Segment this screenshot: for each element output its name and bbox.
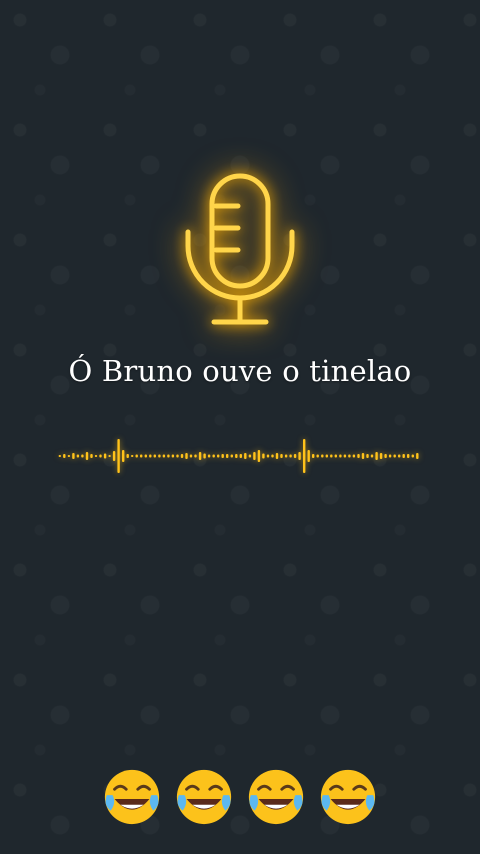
waveform-bar	[103, 453, 107, 459]
waveform-bar	[63, 454, 66, 458]
waveform-bar	[357, 454, 360, 458]
waveform-bar	[112, 451, 116, 461]
waveform-bar	[284, 454, 288, 458]
waveform-bar	[176, 454, 179, 458]
waveform-bar	[266, 454, 270, 458]
waveform-bar	[293, 454, 297, 458]
waveform-bar	[122, 450, 125, 462]
waveform-bar	[149, 454, 152, 458]
waveform-bar	[221, 454, 224, 458]
waveform-bar	[58, 455, 61, 457]
waveform-bar	[275, 453, 279, 459]
waveform-bar	[158, 454, 161, 458]
waveform-bar	[334, 454, 337, 458]
waveform-bar	[217, 454, 220, 458]
waveform-bar	[76, 454, 80, 458]
waveform-bar	[144, 454, 147, 458]
waveform-bar	[226, 454, 229, 458]
face-with-tears-of-joy-icon	[176, 769, 232, 825]
waveform-bar	[108, 455, 111, 457]
waveform-bar	[316, 454, 319, 458]
microphone-icon	[185, 173, 295, 325]
waveform-bar	[81, 454, 84, 458]
waveform-bar	[352, 454, 356, 458]
waveform-bar	[253, 452, 256, 460]
waveform-bar	[248, 454, 252, 458]
waveform-bar	[343, 454, 347, 458]
waveform-bar	[239, 454, 242, 458]
waveform-bar	[330, 454, 333, 458]
waveform-bar	[167, 454, 170, 458]
waveform-bar	[262, 453, 265, 459]
waveform-bar	[398, 454, 401, 458]
waveform-bar	[153, 454, 156, 458]
waveform-bar	[348, 454, 351, 458]
waveform-bar	[366, 454, 369, 458]
waveform-bar	[180, 454, 184, 458]
waveform-bar	[203, 453, 206, 459]
waveform-bar	[140, 454, 143, 458]
waveform-bar	[189, 454, 193, 458]
waveform-bar	[361, 453, 365, 459]
waveform-bar	[312, 454, 315, 458]
waveform-bar	[135, 454, 138, 458]
waveform-bar	[198, 452, 202, 460]
waveform-bar	[303, 439, 306, 473]
waveform-bar	[94, 455, 98, 457]
waveform-bar	[67, 455, 71, 457]
audio-waveform	[58, 439, 419, 473]
face-with-tears-of-joy-icon	[104, 769, 160, 825]
waveform-bar	[85, 452, 89, 460]
waveform-bar	[402, 454, 405, 458]
waveform-bar	[185, 453, 188, 459]
waveform-bar	[325, 454, 328, 458]
waveform-bar	[117, 439, 120, 473]
waveform-bar	[257, 450, 261, 462]
waveform-bar	[72, 453, 75, 459]
waveform-bar	[235, 454, 238, 458]
waveform-bar	[411, 454, 414, 458]
face-with-tears-of-joy-icon	[248, 769, 304, 825]
waveform-bar	[416, 453, 419, 459]
waveform-bar	[388, 454, 392, 458]
waveform-bar	[244, 453, 247, 459]
waveform-bar	[207, 454, 211, 458]
waveform-bar	[375, 452, 378, 460]
waveform-bar	[230, 454, 233, 458]
waveform-bar	[99, 454, 102, 458]
waveform-bar	[393, 454, 396, 458]
waveform-bar	[370, 454, 374, 458]
waveform-bar	[212, 454, 215, 458]
waveform-bar	[339, 454, 342, 458]
caption-text: Ó Bruno ouve o tinelao	[68, 354, 412, 388]
waveform-bar	[307, 450, 310, 462]
waveform-bar	[384, 454, 387, 458]
waveform-bar	[162, 454, 166, 458]
waveform-bar	[90, 454, 93, 458]
emoji-row	[0, 766, 480, 828]
waveform-bar	[271, 454, 274, 458]
waveform-bar	[280, 454, 283, 458]
waveform-bar	[194, 454, 197, 458]
waveform-bar	[126, 454, 129, 458]
face-with-tears-of-joy-icon	[320, 769, 376, 825]
waveform-bar	[298, 452, 301, 460]
waveform-bar	[379, 453, 383, 459]
waveform-bar	[131, 455, 134, 457]
waveform-bar	[407, 454, 410, 458]
waveform-bar	[321, 454, 324, 458]
waveform-bar	[289, 454, 292, 458]
waveform-bar	[171, 454, 175, 458]
